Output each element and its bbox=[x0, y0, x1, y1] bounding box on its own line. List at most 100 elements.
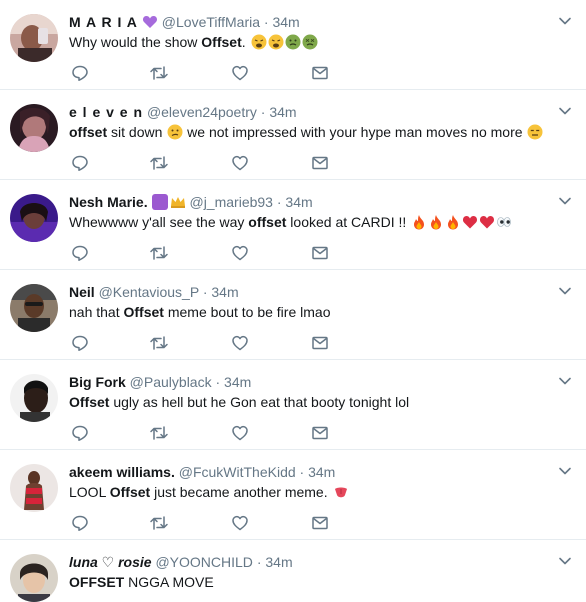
highlighted-keyword: offset bbox=[248, 214, 287, 230]
timestamp[interactable]: 34m bbox=[269, 104, 296, 120]
chevron-down-icon[interactable] bbox=[558, 284, 572, 298]
tweet-item[interactable]: e l e v e n @eleven24poetry · 34m offset… bbox=[0, 90, 586, 180]
heart-icon[interactable] bbox=[231, 514, 251, 534]
tweet-header: M A R I A @LoveTiffMaria · 34m bbox=[69, 13, 546, 31]
chevron-down-icon[interactable] bbox=[558, 374, 572, 388]
avatar[interactable] bbox=[10, 284, 58, 332]
tweet-item[interactable]: Neil @Kentavious_P · 34m nah that Offset… bbox=[0, 270, 586, 360]
tweet-text: Why would the show Offset. bbox=[69, 32, 556, 52]
separator-dot: · bbox=[299, 464, 305, 480]
retweet-icon[interactable] bbox=[149, 64, 169, 84]
tweet-text-segment: we not impressed with your hype man move… bbox=[183, 124, 527, 140]
display-name[interactable]: akeem williams. bbox=[69, 464, 175, 480]
timestamp[interactable]: 34m bbox=[265, 554, 292, 570]
envelope-icon[interactable] bbox=[311, 334, 331, 354]
tweet-item[interactable]: Big Fork @Paulyblack · 34m Offset ugly a… bbox=[0, 360, 586, 450]
tweet-text-segment: just became another meme. bbox=[150, 484, 332, 500]
envelope-icon[interactable] bbox=[311, 514, 331, 534]
avatar[interactable] bbox=[10, 554, 58, 602]
nauseated-face-emoji-icon bbox=[302, 34, 318, 50]
reply-icon[interactable] bbox=[71, 334, 91, 354]
timestamp[interactable]: 34m bbox=[211, 284, 238, 300]
retweet-icon[interactable] bbox=[149, 154, 169, 174]
retweet-icon[interactable] bbox=[149, 334, 169, 354]
tweet-text: Offset ugly as hell but he Gon eat that … bbox=[69, 392, 556, 412]
user-handle[interactable]: @j_marieb93 bbox=[189, 194, 272, 210]
avatar[interactable] bbox=[10, 194, 58, 242]
user-handle[interactable]: @Paulyblack bbox=[130, 374, 212, 390]
tweet-header: Nesh Marie. @j_marieb93 · 34m bbox=[69, 193, 546, 211]
display-name[interactable]: Big Fork bbox=[69, 374, 126, 390]
tweet-text-segment: Whewwww y'all see the way bbox=[69, 214, 249, 230]
tweet-text-segment: meme bout to be fire lmao bbox=[163, 304, 331, 320]
envelope-icon[interactable] bbox=[311, 64, 331, 84]
reply-icon[interactable] bbox=[71, 514, 91, 534]
avatar[interactable] bbox=[10, 104, 58, 152]
weary-face-emoji-icon bbox=[268, 34, 284, 50]
separator-dot: · bbox=[263, 14, 269, 30]
heart-icon[interactable] bbox=[231, 244, 251, 264]
envelope-icon[interactable] bbox=[311, 154, 331, 174]
highlighted-keyword: OFFSET bbox=[69, 574, 125, 590]
tweet-header: e l e v e n @eleven24poetry · 34m bbox=[69, 103, 546, 121]
timestamp[interactable]: 34m bbox=[308, 464, 335, 480]
display-name[interactable]: M A R I A bbox=[69, 14, 138, 30]
chevron-down-icon[interactable] bbox=[558, 194, 572, 208]
tweet-item[interactable]: akeem williams. @FcukWitTheKidd · 34m LO… bbox=[0, 450, 586, 540]
separator-dot: · bbox=[256, 554, 262, 570]
heart-icon[interactable] bbox=[231, 154, 251, 174]
heart-icon[interactable] bbox=[231, 334, 251, 354]
timestamp[interactable]: 34m bbox=[224, 374, 251, 390]
separator-dot: · bbox=[202, 284, 208, 300]
heart-icon[interactable] bbox=[231, 64, 251, 84]
display-name[interactable]: e l e v e n bbox=[69, 104, 143, 120]
separator-dot: · bbox=[260, 104, 266, 120]
envelope-icon[interactable] bbox=[311, 424, 331, 444]
heart-icon[interactable] bbox=[231, 424, 251, 444]
tweet-text: LOOL Offset just became another meme. bbox=[69, 482, 556, 502]
chevron-down-icon[interactable] bbox=[558, 554, 572, 568]
reply-icon[interactable] bbox=[71, 64, 91, 84]
highlighted-keyword: Offset bbox=[109, 484, 151, 500]
tweet-text-segment: NGGA MOVE bbox=[124, 574, 214, 590]
separator-dot: · bbox=[276, 194, 282, 210]
tweet-item[interactable]: Nesh Marie. @j_marieb93 · 34m Whewwww y'… bbox=[0, 180, 586, 270]
timestamp[interactable]: 34m bbox=[272, 14, 299, 30]
retweet-icon[interactable] bbox=[149, 514, 169, 534]
tweet-item[interactable]: M A R I A @LoveTiffMaria · 34m Why would… bbox=[0, 0, 586, 90]
avatar[interactable] bbox=[10, 374, 58, 422]
tweet-header: Big Fork @Paulyblack · 34m bbox=[69, 373, 546, 391]
tweet-header: akeem williams. @FcukWitTheKidd · 34m bbox=[69, 463, 546, 481]
display-name[interactable]: Neil bbox=[69, 284, 95, 300]
highlighted-keyword: Offset bbox=[201, 34, 242, 50]
user-handle[interactable]: @FcukWitTheKidd bbox=[179, 464, 296, 480]
chevron-down-icon[interactable] bbox=[558, 104, 572, 118]
reply-icon[interactable] bbox=[71, 424, 91, 444]
chevron-down-icon[interactable] bbox=[558, 14, 572, 28]
envelope-icon[interactable] bbox=[311, 244, 331, 264]
timestamp[interactable]: 34m bbox=[285, 194, 312, 210]
fire-emoji-icon bbox=[445, 214, 461, 230]
user-handle[interactable]: @LoveTiffMaria bbox=[162, 14, 260, 30]
tweet-text-segment: nah that bbox=[69, 304, 124, 320]
retweet-icon[interactable] bbox=[149, 244, 169, 264]
highlighted-keyword: Offset bbox=[69, 394, 110, 410]
tweet-text-segment: looked at CARDI !! bbox=[286, 214, 411, 230]
user-handle[interactable]: @YOONCHILD bbox=[155, 554, 252, 570]
retweet-icon[interactable] bbox=[149, 424, 169, 444]
tweet-feed: M A R I A @LoveTiffMaria · 34m Why would… bbox=[0, 0, 586, 602]
user-handle[interactable]: @Kentavious_P bbox=[99, 284, 199, 300]
fire-emoji-icon bbox=[428, 214, 444, 230]
display-name[interactable]: Nesh Marie. bbox=[69, 194, 148, 210]
avatar[interactable] bbox=[10, 464, 58, 512]
tweet-item[interactable]: luna ♡ rosie @YOONCHILD · 34m OFFSET NGG… bbox=[0, 540, 586, 602]
reply-icon[interactable] bbox=[71, 154, 91, 174]
highlighted-keyword: offset bbox=[69, 124, 108, 140]
expressionless-face-emoji-icon bbox=[527, 124, 543, 140]
chevron-down-icon[interactable] bbox=[558, 464, 572, 478]
tweet-text: OFFSET NGGA MOVE bbox=[69, 572, 556, 592]
reply-icon[interactable] bbox=[71, 244, 91, 264]
user-handle[interactable]: @eleven24poetry bbox=[147, 104, 257, 120]
avatar[interactable] bbox=[10, 14, 58, 62]
display-name[interactable]: luna ♡ rosie bbox=[69, 554, 152, 570]
